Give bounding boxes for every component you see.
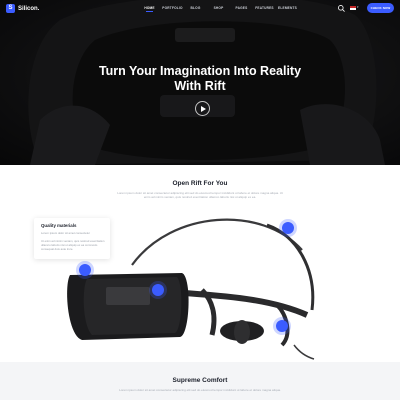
hotspot-marker-visor[interactable] <box>79 264 91 276</box>
feature-description: Lorem ipsum dolor sit amet consectetur U… <box>41 231 105 251</box>
nav-portfolio[interactable]: PORTFOLIO <box>161 6 184 10</box>
nav-features[interactable]: FEATURES <box>253 6 276 10</box>
language-flag-icon[interactable] <box>350 6 356 10</box>
feature-long-text: Ut enim ad minim veniam, quis nostrud ex… <box>41 239 105 251</box>
nav-shop[interactable]: SHOP <box>207 6 230 10</box>
brand-logo[interactable]: S Silicon. <box>6 4 39 13</box>
nav-pages[interactable]: PAGES <box>230 6 253 10</box>
hotspot-marker-lens[interactable] <box>152 284 164 296</box>
feature-title: Quality materials <box>41 223 77 228</box>
check-now-button[interactable]: CHECK NOW <box>367 3 394 13</box>
nav-blog[interactable]: BLOG <box>184 6 207 10</box>
top-navigation-bar: S Silicon. HOME PORTFOLIO BLOG SHOP PAGE… <box>0 0 400 17</box>
main-menu: HOME PORTFOLIO BLOG SHOP PAGES FEATURES … <box>138 6 299 12</box>
hotspot-marker-audio[interactable] <box>276 320 288 332</box>
hero-section: S Silicon. HOME PORTFOLIO BLOG SHOP PAGE… <box>0 0 400 165</box>
hero-title-line-2: With Rift <box>174 79 226 93</box>
logo-text: Silicon. <box>18 5 40 12</box>
hotspot-marker-headband[interactable] <box>282 222 294 234</box>
supreme-comfort-description: Lorem ipsum dolor sit amet consectetur a… <box>119 388 281 392</box>
chevron-down-icon[interactable]: ▾ <box>357 5 359 9</box>
feature-short-text: Lorem ipsum dolor sit amet consectetur <box>41 231 90 235</box>
hero-title: Turn Your Imagination Into Reality With … <box>0 64 400 94</box>
feature-callout-card: Quality materials Lorem ipsum dolor sit … <box>34 218 110 259</box>
logo-icon: S <box>6 4 15 13</box>
open-rift-title: Open Rift For You <box>172 180 228 187</box>
hero-title-line-1: Turn Your Imagination Into Reality <box>98 64 302 78</box>
supreme-comfort-title: Supreme Comfort <box>172 377 228 384</box>
search-icon[interactable] <box>337 4 346 13</box>
nav-home[interactable]: HOME <box>138 6 161 12</box>
play-circle-icon[interactable] <box>195 101 210 116</box>
nav-elements[interactable]: ELEMENTS <box>276 6 299 10</box>
